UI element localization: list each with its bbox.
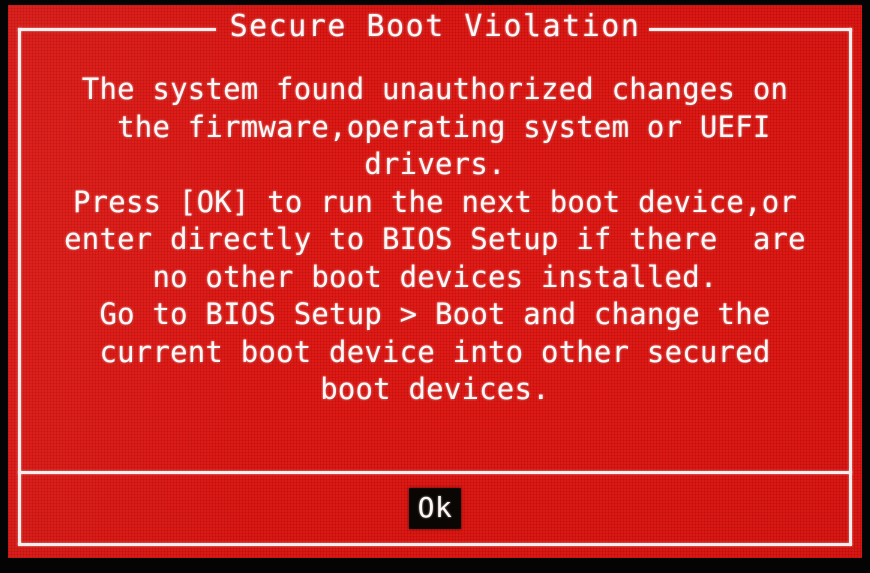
secure-boot-violation-screen: Secure Boot Violation The system found u… — [8, 5, 862, 558]
ok-button[interactable]: Ok — [408, 488, 462, 529]
message-line: the firmware,operating system or UEFI — [99, 109, 771, 144]
message-line: boot devices. — [320, 372, 550, 406]
dialog-message-body: The system found unauthorized changes on… — [22, 71, 848, 409]
dialog-frame-right-rule — [849, 28, 852, 545]
dialog-frame-bottom-rule — [18, 543, 852, 546]
dialog-frame-left-rule — [18, 28, 21, 545]
message-line: enter directly to BIOS Setup if there ar… — [64, 222, 806, 256]
message-line: The system found unauthorized changes on — [81, 72, 789, 106]
message-line: drivers. — [364, 147, 506, 181]
dialog-footer: Ok — [21, 474, 849, 543]
message-line: current boot device into other secured — [99, 334, 771, 369]
message-line: Go to BIOS Setup > Boot and change the — [99, 297, 771, 331]
dialog-title: Secure Boot Violation — [229, 9, 641, 44]
message-line: Press [OK] to run the next boot device,o… — [72, 184, 798, 219]
monitor-bezel: Secure Boot Violation The system found u… — [0, 0, 870, 573]
message-line: no other boot devices installed. — [152, 259, 718, 294]
